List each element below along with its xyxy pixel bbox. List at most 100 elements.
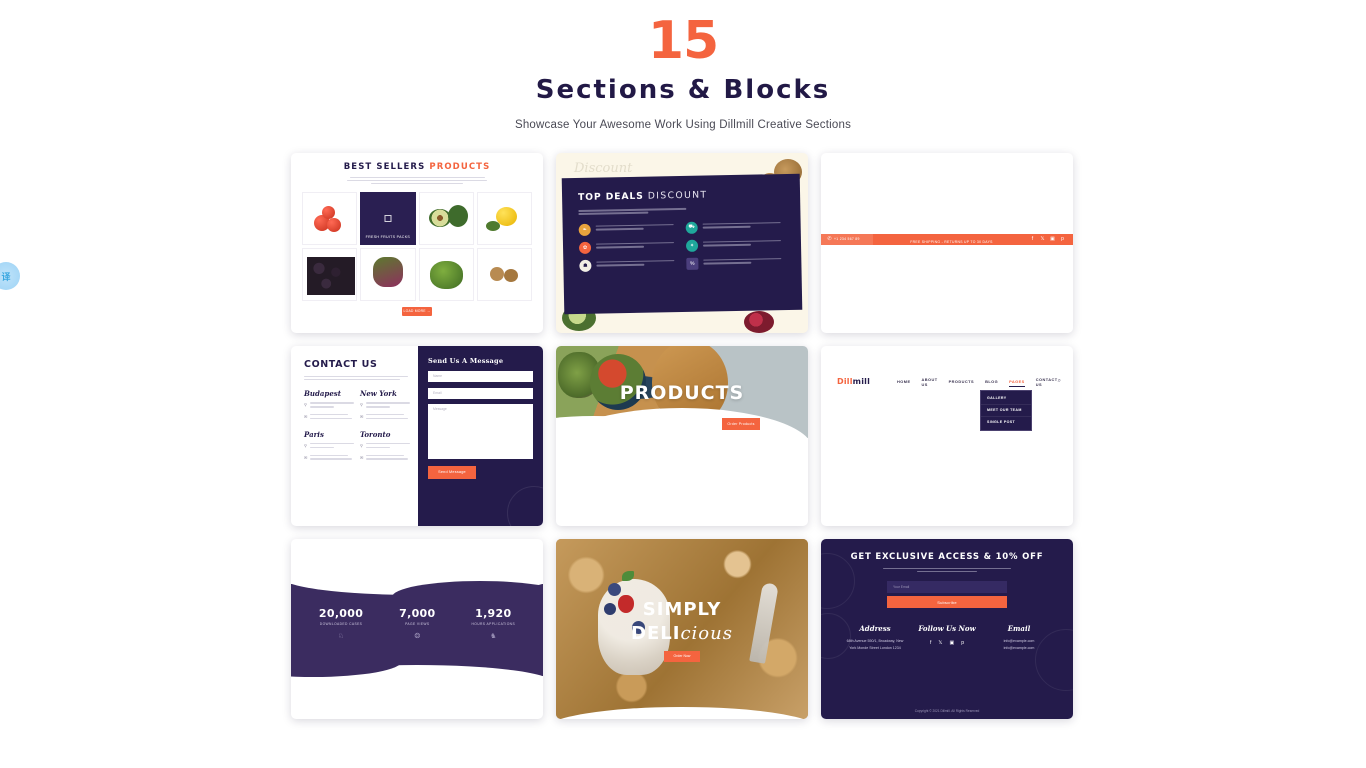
- deals-item[interactable]: ❧: [578, 221, 678, 236]
- mail-icon: ✉: [304, 413, 308, 419]
- deals-item[interactable]: ✦: [685, 237, 785, 252]
- order-products-label: Order Products: [727, 421, 755, 426]
- pinterest-icon[interactable]: p: [1060, 236, 1065, 242]
- name-placeholder: Name: [433, 373, 443, 378]
- contact-cities: Budapest ⚲ ✉ New York ⚲ ✉ Paris ⚲ ✉ Toro…: [304, 389, 410, 463]
- newsletter-email-input[interactable]: Your Email: [887, 581, 1007, 594]
- topbar-phone[interactable]: ✆ +1 234 567 89: [821, 233, 873, 245]
- facebook-icon[interactable]: f: [1030, 236, 1035, 242]
- eye-icon: ❂: [414, 632, 421, 640]
- contact-description: [304, 375, 409, 381]
- nav-item-products[interactable]: PRODUCTS: [949, 379, 974, 384]
- best-sellers-title-accent: PRODUCTS: [429, 161, 491, 172]
- nav-item-home[interactable]: HOME: [897, 379, 910, 384]
- instagram-icon[interactable]: ▣: [949, 640, 954, 646]
- load-more-label: LOAD MORE →: [403, 309, 431, 314]
- logo-part-a: Dill: [837, 377, 853, 387]
- city-email: ✉: [304, 454, 354, 463]
- facebook-icon[interactable]: f: [930, 640, 931, 646]
- deals-item[interactable]: %: [686, 255, 785, 270]
- deals-item[interactable]: ⛟: [685, 219, 785, 234]
- card-navigation[interactable]: Dillmill HOME ABOUT US PRODUCTS BLOG PAG…: [821, 345, 1073, 526]
- pinterest-icon[interactable]: p: [961, 640, 964, 646]
- city-block: Paris ⚲ ✉: [304, 430, 354, 463]
- translate-widget[interactable]: 译: [0, 262, 20, 290]
- topbar-socials: f 𝕏 ▣ p: [1030, 236, 1073, 242]
- deals-item[interactable]: ☗: [579, 257, 678, 272]
- city-name: New York: [359, 389, 397, 399]
- page-subtitle: Showcase Your Awesome Work Using Dillmil…: [514, 118, 852, 131]
- dropdown-item-single-post[interactable]: SINGLE POST: [981, 417, 1031, 428]
- product-tile-berries[interactable]: [302, 248, 358, 302]
- product-tile-lemon[interactable]: [476, 192, 532, 246]
- city-name: Budapest: [304, 389, 341, 399]
- instagram-icon[interactable]: ▣: [1050, 236, 1055, 242]
- card-footer[interactable]: GET EXCLUSIVE ACCESS & 10% OFF Your Emai…: [821, 538, 1073, 719]
- load-more-button[interactable]: LOAD MORE →: [402, 307, 432, 317]
- trophy-icon: ♘: [337, 632, 345, 640]
- nav-item-blog[interactable]: BLOG: [985, 379, 998, 384]
- card-products-hero[interactable]: PRODUCTS Order Products: [556, 345, 808, 526]
- footer-column-heading: Email: [1007, 624, 1031, 634]
- order-now-button[interactable]: Order Now: [664, 650, 700, 662]
- stat-item: 7,000 PAGE VIEWS ❂: [399, 607, 435, 640]
- footer-title: GET EXCLUSIVE ACCESS & 10% OFF: [850, 551, 1044, 562]
- product-tile-greens[interactable]: [360, 248, 416, 302]
- deals-heading: TOP DEALS DISCOUNT: [578, 188, 784, 202]
- product-tile-avocado[interactable]: [418, 192, 474, 246]
- clock-icon: ♞: [490, 632, 497, 640]
- card-top-deals[interactable]: Discount TOP DEALS DISCOUNT ❧ ⛟ ✿ ✦ ☗ %: [556, 152, 808, 333]
- subscribe-button[interactable]: Subscribe: [887, 596, 1007, 609]
- phone-icon: ✆: [827, 236, 832, 243]
- card-best-sellers[interactable]: BEST SELLERS PRODUCTS FRESH FRUITS PACKS: [291, 152, 543, 333]
- message-placeholder: Message: [433, 406, 447, 411]
- product-tile-walnut[interactable]: [476, 248, 532, 302]
- nav-item-pages[interactable]: PAGES: [1009, 379, 1025, 388]
- footer-columns: Address 68th Avenue 550/1, Broadway, New…: [833, 624, 1061, 652]
- nav-item-about-us[interactable]: ABOUT US: [922, 377, 938, 387]
- city-email: ✉: [360, 454, 410, 463]
- send-message-label: Send Message: [438, 470, 466, 475]
- address-line-2: York Monde Street London 1234: [849, 646, 901, 651]
- dropdown-item-meet-our-team[interactable]: MEET OUR TEAM: [981, 405, 1031, 417]
- best-sellers-title-main: BEST SELLERS: [343, 161, 426, 172]
- city-email: ✉: [360, 413, 410, 422]
- product-tile-tomato[interactable]: [302, 192, 358, 246]
- pin-icon: ⚲: [304, 442, 307, 448]
- nav-menu: HOME ABOUT US PRODUCTS BLOG PAGES CONTAC…: [897, 377, 1058, 388]
- product-grid: FRESH FRUITS PACKS: [302, 192, 532, 302]
- stat-value: 7,000: [399, 606, 436, 620]
- twitter-icon[interactable]: 𝕏: [1040, 236, 1045, 242]
- message-textarea[interactable]: Message: [428, 403, 533, 459]
- mail-icon: ✉: [304, 454, 308, 460]
- card-topbar[interactable]: ✆ +1 234 567 89 FREE SHIPPING - RETURNS …: [821, 152, 1073, 333]
- card-statistics[interactable]: 20,000 DOWNLOADED CASES ♘ 7,000 PAGE VIE…: [291, 538, 543, 719]
- search-icon[interactable]: ⌕: [1058, 378, 1061, 385]
- nav-item-contact-us[interactable]: CONTACT US: [1036, 377, 1058, 387]
- stats-items: 20,000 DOWNLOADED CASES ♘ 7,000 PAGE VIE…: [291, 607, 543, 640]
- product-tile-broccoli[interactable]: [418, 248, 474, 302]
- gift-icon: ✦: [685, 238, 699, 252]
- card-contact-us[interactable]: CONTACT US Budapest ⚲ ✉ New York ⚲ ✉ Par…: [291, 345, 543, 526]
- pin-icon: ⚲: [304, 402, 307, 408]
- order-products-button[interactable]: Order Products: [722, 417, 760, 430]
- dropdown-item-gallery[interactable]: GALLERY: [981, 393, 1031, 405]
- newsletter-placeholder: Your Email: [893, 584, 910, 589]
- twitter-icon[interactable]: 𝕏: [938, 640, 942, 646]
- email-input[interactable]: Email: [428, 387, 533, 399]
- card-simply-delicious[interactable]: SIMPLY DELIcious Order Now: [556, 538, 808, 719]
- deals-item[interactable]: ✿: [578, 239, 678, 254]
- contact-form-title: Send Us A Message: [428, 356, 504, 365]
- logo[interactable]: Dillmill: [837, 377, 870, 386]
- percent-icon: %: [686, 256, 699, 270]
- contact-info: CONTACT US Budapest ⚲ ✉ New York ⚲ ✉ Par…: [291, 346, 418, 526]
- featured-tile-label: FRESH FRUITS PACKS: [365, 235, 411, 240]
- leaf-icon: [384, 215, 392, 223]
- deals-items: ❧ ⛟ ✿ ✦ ☗ %: [578, 219, 786, 272]
- name-input[interactable]: Name: [428, 370, 533, 382]
- contact-title: CONTACT US: [304, 358, 378, 370]
- order-now-label: Order Now: [673, 654, 691, 659]
- send-message-button[interactable]: Send Message: [428, 465, 476, 479]
- blueberry: [608, 582, 621, 596]
- product-tile-featured[interactable]: FRESH FRUITS PACKS: [360, 192, 416, 246]
